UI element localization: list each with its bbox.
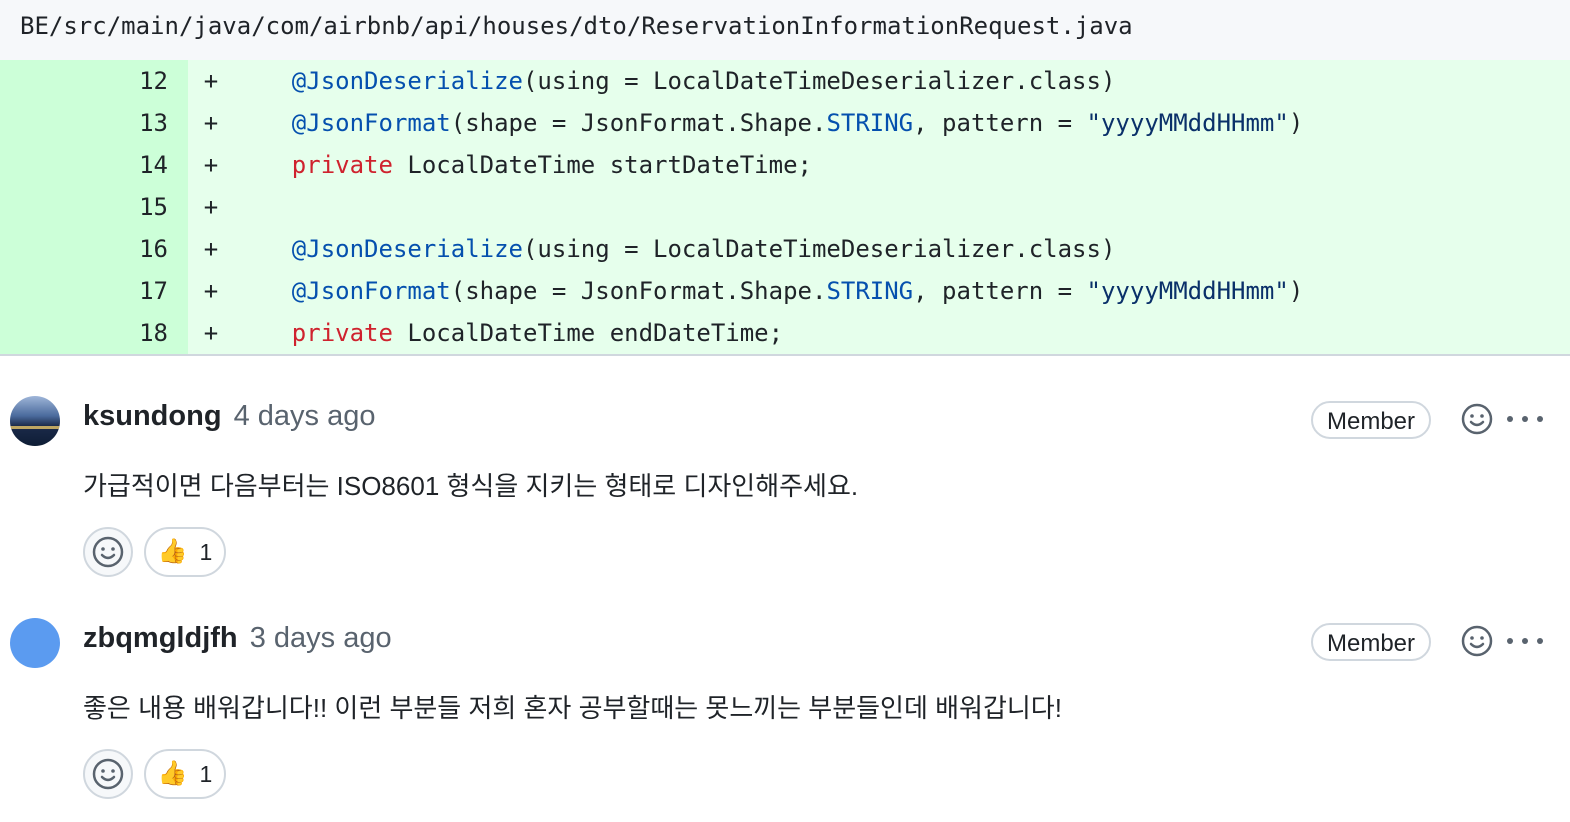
code-token: (shape = JsonFormat.Shape.: [450, 277, 827, 305]
review-comment: zbqmgldjfh 3 days ago Member 좋은 내용 배워갑니다…: [0, 578, 1570, 800]
diff-added-marker: +: [203, 319, 219, 347]
code-token: private: [291, 151, 393, 179]
comment-body: 가급적이면 다음부터는 ISO8601 형식을 지키는 형태로 디자인해주세요.: [83, 471, 859, 501]
line-number[interactable]: 13: [0, 102, 188, 144]
thumbs-up-reaction[interactable]: 👍 1: [144, 749, 226, 799]
code-token: @JsonDeserialize: [291, 235, 523, 263]
code-line: + @JsonFormat(shape = JsonFormat.Shape.S…: [188, 270, 1570, 312]
code-token: STRING: [826, 109, 914, 137]
timestamp[interactable]: 3 days ago: [250, 622, 392, 654]
add-reaction-button[interactable]: [83, 749, 133, 799]
diff-line: 14 + private LocalDateTime startDateTime;: [0, 144, 1570, 186]
thumbs-up-reaction[interactable]: 👍 1: [144, 527, 226, 577]
diff-added-marker: +: [203, 235, 219, 263]
diff-hunk: 12 + @JsonDeserialize(using = LocalDateTi…: [0, 60, 1570, 356]
kebab-horizontal-icon[interactable]: [1507, 413, 1543, 425]
code-token: @JsonDeserialize: [291, 67, 523, 95]
comment-header: zbqmgldjfh 3 days ago: [83, 622, 392, 655]
diff-line: 16 + @JsonDeserialize(using = LocalDateTi…: [0, 228, 1570, 270]
thumbs-up-icon: 👍: [157, 760, 188, 787]
code-token: , pattern =: [913, 109, 1087, 137]
code-token: , pattern =: [913, 277, 1087, 305]
avatar[interactable]: [10, 618, 60, 668]
code-token: LocalDateTime endDateTime;: [392, 319, 784, 347]
avatar[interactable]: [10, 396, 60, 446]
line-number[interactable]: 14: [0, 144, 188, 186]
smiley-icon: [92, 758, 124, 790]
code-token: (using = LocalDateTimeDeserializer.class…: [522, 67, 1116, 95]
diff-added-marker: +: [203, 109, 219, 137]
code-token: "yyyyMMddHHmm": [1086, 277, 1289, 305]
author-name[interactable]: ksundong: [83, 400, 222, 432]
code-token: @JsonFormat: [291, 109, 451, 137]
line-number[interactable]: 18: [0, 312, 188, 354]
smiley-icon[interactable]: [1461, 403, 1493, 435]
code-token: (using = LocalDateTimeDeserializer.class…: [522, 235, 1116, 263]
code-token: @JsonFormat: [291, 277, 451, 305]
kebab-horizontal-icon[interactable]: [1507, 635, 1543, 647]
file-path: BE/src/main/java/com/airbnb/api/houses/d…: [20, 12, 1133, 40]
diff-added-marker: +: [203, 67, 219, 95]
diff-line: 12 + @JsonDeserialize(using = LocalDateTi…: [0, 60, 1570, 102]
line-number[interactable]: 16: [0, 228, 188, 270]
code-line: + @JsonDeserialize(using = LocalDateTime…: [188, 228, 1570, 270]
diff-line: 15 +: [0, 186, 1570, 228]
diff-line: 18 + private LocalDateTime endDateTime;: [0, 312, 1570, 354]
comment-header: ksundong 4 days ago: [83, 400, 376, 433]
line-number[interactable]: 15: [0, 186, 188, 228]
member-badge: Member: [1311, 401, 1432, 439]
code-line: +: [188, 186, 1570, 228]
smiley-icon[interactable]: [1461, 625, 1493, 657]
diff-added-marker: +: [203, 193, 219, 221]
author-name[interactable]: zbqmgldjfh: [83, 622, 238, 654]
code-line: + @JsonFormat(shape = JsonFormat.Shape.S…: [188, 102, 1570, 144]
comment-body: 좋은 내용 배워갑니다!! 이런 부분들 저희 혼자 공부할때는 못느끼는 부분…: [83, 693, 1062, 723]
diff-line: 13 + @JsonFormat(shape = JsonFormat.Shape…: [0, 102, 1570, 144]
code-token: private: [291, 319, 393, 347]
code-line: + @JsonDeserialize(using = LocalDateTime…: [188, 60, 1570, 102]
review-comment: ksundong 4 days ago Member 가급적이면 다음부터는 I…: [0, 356, 1570, 578]
code-token: LocalDateTime startDateTime;: [392, 151, 812, 179]
member-badge: Member: [1311, 623, 1432, 661]
reaction-count: 1: [199, 760, 213, 787]
line-number[interactable]: 17: [0, 270, 188, 312]
timestamp[interactable]: 4 days ago: [234, 400, 376, 432]
add-reaction-button[interactable]: [83, 527, 133, 577]
line-number[interactable]: 12: [0, 60, 188, 102]
diff-added-marker: +: [203, 277, 219, 305]
code-token: (shape = JsonFormat.Shape.: [450, 109, 827, 137]
code-line: + private LocalDateTime startDateTime;: [188, 144, 1570, 186]
thumbs-up-icon: 👍: [157, 538, 188, 565]
code-token: ): [1288, 109, 1304, 137]
code-token: ): [1288, 277, 1304, 305]
diff-line: 17 + @JsonFormat(shape = JsonFormat.Shape…: [0, 270, 1570, 312]
file-path-header: BE/src/main/java/com/airbnb/api/houses/d…: [0, 0, 1570, 60]
reaction-count: 1: [199, 538, 213, 565]
code-token: STRING: [826, 277, 914, 305]
code-token: "yyyyMMddHHmm": [1086, 109, 1289, 137]
code-line: + private LocalDateTime endDateTime;: [188, 312, 1570, 354]
diff-added-marker: +: [203, 151, 219, 179]
smiley-icon: [92, 536, 124, 568]
